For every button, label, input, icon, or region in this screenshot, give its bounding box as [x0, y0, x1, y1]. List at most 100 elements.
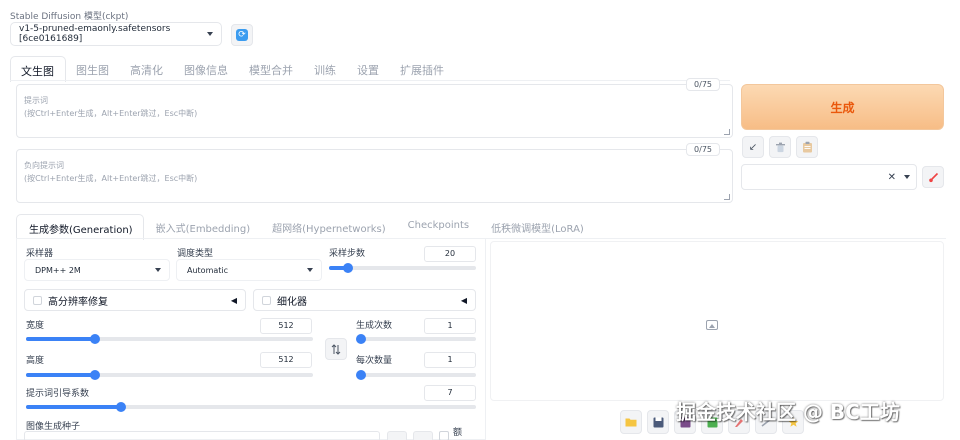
extra-seed-label: 额	[453, 428, 463, 438]
batch-count-label: 生成次数	[356, 321, 393, 331]
chevron-down-icon	[307, 268, 313, 272]
sampler-value: DPM++ 2M	[35, 265, 81, 275]
tab-settings[interactable]: 设置	[347, 56, 390, 80]
refiner-label: 细化器	[277, 296, 307, 308]
hires-fix-label: 高分辨率修复	[48, 296, 108, 308]
height-slider-fill	[26, 373, 95, 377]
seed-input[interactable]	[24, 431, 380, 440]
collapse-triangle-icon[interactable]: ◀	[231, 296, 237, 305]
prompt-token-counter: 0/75	[686, 78, 720, 91]
save-icon	[653, 417, 663, 427]
height-slider[interactable]	[26, 370, 313, 380]
negative-prompt-input[interactable]: 负向提示词 (按Ctrl+Enter生成，Alt+Enter跳过，Esc中断) …	[16, 143, 733, 203]
chevron-down-icon	[155, 268, 161, 272]
schedule-select[interactable]: Automatic	[176, 259, 322, 281]
cfg-scale-label: 提示词引导系数	[26, 389, 90, 399]
batch-count-input[interactable]: 1	[424, 318, 476, 334]
chevron-down-icon	[207, 32, 213, 36]
tab-checkpoints[interactable]: Checkpoints	[396, 214, 479, 238]
image-icon	[706, 320, 718, 330]
batch-size-input[interactable]: 1	[424, 352, 476, 368]
model-select-value: v1-5-pruned-emaonly.safetensors [6ce0161…	[19, 24, 171, 44]
tab-img2img[interactable]: 图生图	[66, 56, 120, 80]
width-input[interactable]: 512	[260, 318, 312, 334]
tab-hypernetworks[interactable]: 超网络(Hypernetworks)	[260, 214, 396, 238]
refiner-checkbox[interactable]	[262, 295, 271, 305]
styles-select[interactable]: ✕	[741, 164, 917, 190]
edit-styles-button[interactable]	[922, 166, 944, 188]
tab-png-info[interactable]: 图像信息	[174, 56, 239, 80]
negative-prompt-token-counter: 0/75	[686, 143, 720, 156]
steps-input[interactable]: 20	[424, 246, 476, 262]
width-slider-fill	[26, 337, 95, 341]
negative-prompt-placeholder: 负向提示词	[24, 161, 64, 170]
model-select[interactable]: v1-5-pruned-emaonly.safetensors [6ce0161…	[10, 22, 222, 46]
model-label: Stable Diffusion 模型(ckpt)	[10, 12, 129, 22]
prompt-placeholder: 提示词	[24, 96, 48, 105]
tab-extras[interactable]: 高清化	[120, 56, 174, 80]
open-folder-button[interactable]	[620, 410, 642, 434]
collapse-triangle-icon[interactable]: ◀	[461, 296, 467, 305]
batch-count-slider[interactable]	[356, 334, 476, 344]
prompt-input[interactable]: 提示词 (按Ctrl+Enter生成，Alt+Enter跳过，Esc中断) 0/…	[16, 78, 733, 138]
batch-size-slider-handle[interactable]	[356, 370, 366, 380]
width-slider[interactable]	[26, 334, 313, 344]
refiner-accordion[interactable]: 细化器 ◀	[253, 289, 476, 311]
height-input[interactable]: 512	[260, 352, 312, 368]
tab-train[interactable]: 训练	[304, 56, 347, 80]
swap-dimensions-button[interactable]	[325, 338, 347, 360]
chevron-down-icon	[904, 175, 910, 179]
tab-embedding[interactable]: 嵌入式(Embedding)	[144, 214, 261, 238]
tab-extensions[interactable]: 扩展插件	[390, 56, 455, 80]
clear-styles-icon[interactable]: ✕	[888, 172, 896, 183]
cfg-scale-slider[interactable]	[26, 402, 476, 412]
prompt-placeholder-hint: (按Ctrl+Enter生成，Alt+Enter跳过，Esc中断)	[24, 109, 198, 118]
negative-prompt-placeholder-hint: (按Ctrl+Enter生成，Alt+Enter跳过，Esc中断)	[24, 174, 198, 183]
batch-size-slider[interactable]	[356, 370, 476, 380]
cfg-scale-slider-handle[interactable]	[116, 402, 126, 412]
extra-seed-checkbox[interactable]	[439, 431, 449, 440]
height-label: 高度	[26, 356, 45, 366]
random-seed-button[interactable]	[387, 431, 407, 440]
generation-tabs: 生成参数(Generation) 嵌入式(Embedding) 超网络(Hype…	[16, 214, 594, 240]
schedule-value: Automatic	[187, 265, 229, 275]
schedule-label: 调度类型	[177, 249, 214, 259]
width-slider-handle[interactable]	[90, 334, 100, 344]
clipboard-icon	[802, 141, 812, 153]
height-slider-handle[interactable]	[90, 370, 100, 380]
hires-fix-accordion[interactable]: 高分辨率修复 ◀	[24, 289, 246, 311]
resize-handle-icon[interactable]	[724, 129, 730, 135]
batch-count-slider-handle[interactable]	[356, 334, 366, 344]
tab-divider	[10, 80, 730, 81]
steps-slider-handle[interactable]	[343, 263, 353, 273]
paste-style-button[interactable]	[796, 136, 818, 158]
clear-prompt-button[interactable]	[769, 136, 791, 158]
refresh-model-button[interactable]: ⟳	[231, 24, 253, 46]
tab-txt2img[interactable]: 文生图	[10, 56, 66, 82]
brush-icon	[928, 172, 938, 182]
tab-generation[interactable]: 生成参数(Generation)	[16, 214, 144, 240]
tab-checkpoint-merger[interactable]: 模型合并	[239, 56, 304, 80]
refresh-icon: ⟳	[236, 29, 248, 41]
sampler-select[interactable]: DPM++ 2M	[24, 259, 170, 281]
read-params-button[interactable]: ↙	[742, 136, 764, 158]
steps-label: 采样步数	[329, 249, 366, 259]
cfg-scale-input[interactable]: 7	[424, 385, 476, 401]
steps-slider[interactable]	[329, 263, 476, 273]
folder-icon	[625, 418, 637, 427]
resize-handle-icon[interactable]	[724, 194, 730, 200]
hires-fix-checkbox[interactable]	[33, 295, 42, 305]
generate-button[interactable]: 生成	[741, 84, 944, 130]
batch-size-label: 每次数量	[356, 356, 393, 366]
arrow-icon: ↙	[748, 141, 758, 153]
trash-icon	[775, 142, 785, 152]
main-tabs: 文生图 图生图 高清化 图像信息 模型合并 训练 设置 扩展插件	[10, 56, 455, 82]
swap-icon	[331, 343, 341, 355]
reuse-seed-button[interactable]	[413, 431, 433, 440]
watermark: 掘金技术社区 @ BC工坊	[676, 400, 900, 424]
sampler-label: 采样器	[26, 249, 54, 259]
tab-lora[interactable]: 低秩微调模型(LoRA)	[479, 214, 594, 238]
save-button[interactable]	[647, 410, 669, 434]
cfg-scale-slider-fill	[26, 405, 121, 409]
width-label: 宽度	[26, 321, 45, 331]
